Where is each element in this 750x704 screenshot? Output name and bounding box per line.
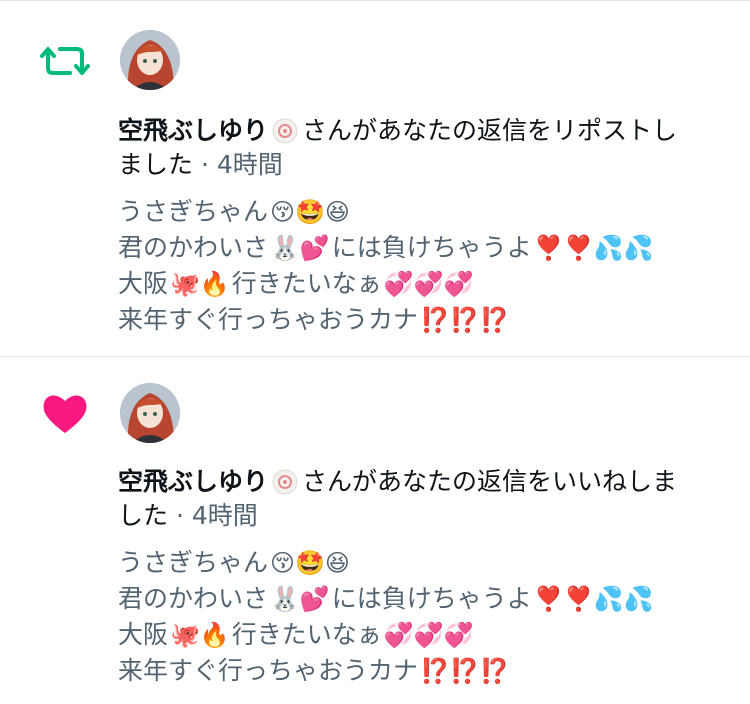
notification-repost[interactable]: 空飛ぶしゆり さんがあなたの返信をリポストし ました · 4時間 うさぎちゃん😚🤩… [0, 0, 750, 356]
post-line: 君のかわいさ🐰💕には負けちゃうよ❣️❣️💦💦 [118, 584, 654, 613]
round-badge-icon [272, 469, 298, 495]
emoji-icon: ⁉️⁉️⁉️ [420, 657, 510, 685]
emoji-icon: 🐰💕 [270, 234, 330, 262]
post-line: 大阪🐙🔥行きたいなぁ💞💞💞 [118, 620, 474, 649]
emoji-icon: 💞💞💞 [383, 270, 474, 298]
notification-like[interactable]: 空飛ぶしゆり さんがあなたの返信をいいねしま した · 4時間 うさぎちゃん😚🤩😆… [0, 356, 750, 704]
heart-icon [43, 395, 87, 433]
post-line: 来年すぐ行っちゃおうカナ⁉️⁉️⁉️ [118, 656, 510, 685]
emoji-icon: 😚🤩😆 [270, 198, 350, 226]
post-text[interactable]: うさぎちゃん😚🤩😆 君のかわいさ🐰💕には負けちゃうよ❣️❣️💦💦 大阪🐙🔥行きた… [118, 545, 738, 689]
action-text-continued: した [118, 501, 169, 530]
user-name[interactable]: 空飛ぶしゆり [118, 116, 268, 145]
separator: · [200, 150, 209, 179]
emoji-icon: 😚🤩😆 [270, 549, 350, 577]
user-name[interactable]: 空飛ぶしゆり [118, 467, 268, 496]
emoji-icon: ⁉️⁉️⁉️ [420, 306, 510, 334]
repost-icon [40, 47, 90, 75]
divider [0, 0, 750, 1]
action-text: さんがあなたの返信をリポストし [302, 116, 678, 145]
emoji-icon: 🐙🔥 [170, 270, 230, 298]
post-text[interactable]: うさぎちゃん😚🤩😆 君のかわいさ🐰💕には負けちゃうよ❣️❣️💦💦 大阪🐙🔥行きた… [118, 194, 738, 338]
emoji-icon: ❣️❣️💦💦 [533, 585, 654, 613]
post-line: うさぎちゃん😚🤩😆 [118, 548, 350, 577]
emoji-icon: 🐙🔥 [170, 621, 230, 649]
post-line: 来年すぐ行っちゃおうカナ⁉️⁉️⁉️ [118, 305, 510, 334]
round-badge-icon [272, 118, 298, 144]
action-text: さんがあなたの返信をいいねしま [302, 467, 678, 496]
avatar[interactable] [120, 30, 180, 90]
action-text-continued: ました [118, 150, 194, 179]
notification-headline: 空飛ぶしゆり さんがあなたの返信をいいねしま した · 4時間 [118, 465, 718, 533]
post-line: 大阪🐙🔥行きたいなぁ💞💞💞 [118, 269, 474, 298]
post-line: うさぎちゃん😚🤩😆 [118, 197, 350, 226]
emoji-icon: 🐰💕 [270, 585, 330, 613]
emoji-icon: ❣️❣️💦💦 [533, 234, 654, 262]
timestamp[interactable]: 4時間 [192, 501, 258, 530]
post-line: 君のかわいさ🐰💕には負けちゃうよ❣️❣️💦💦 [118, 233, 654, 262]
separator: · [175, 501, 184, 530]
timestamp[interactable]: 4時間 [217, 150, 283, 179]
emoji-icon: 💞💞💞 [383, 621, 474, 649]
avatar[interactable] [120, 383, 180, 443]
notification-headline: 空飛ぶしゆり さんがあなたの返信をリポストし ました · 4時間 [118, 114, 718, 182]
